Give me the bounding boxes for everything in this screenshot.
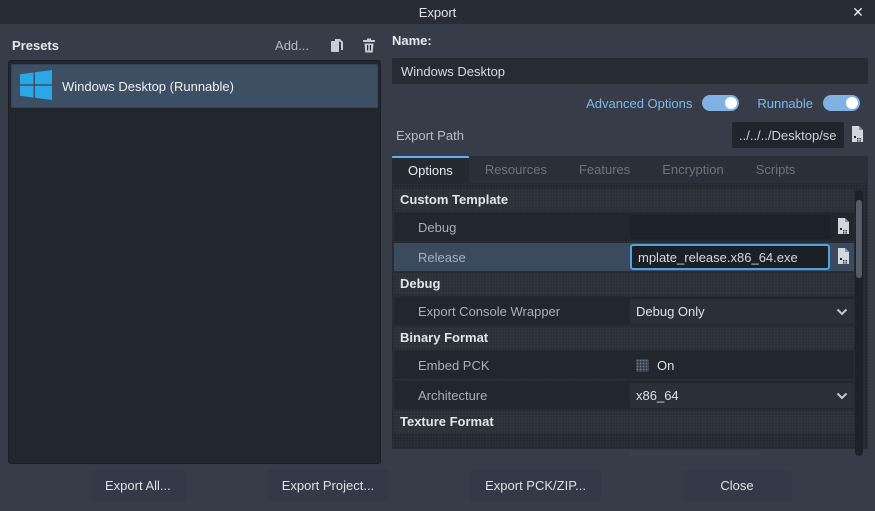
runnable-label: Runnable [757, 96, 813, 111]
footer-button-row: Export All... Export Project... Export P… [0, 470, 875, 501]
options-panel: Custom Template Debug [392, 183, 868, 449]
tab-scripts[interactable]: Scripts [740, 156, 812, 183]
file-dialog-icon [836, 248, 850, 267]
property-row-embed-pck: Embed PCK On [394, 351, 854, 379]
property-row-architecture: Architecture x86_64 [394, 381, 854, 409]
toggles-row: Advanced Options Runnable [392, 88, 868, 118]
name-input[interactable] [392, 58, 868, 84]
embed-pck-value: On [657, 358, 674, 373]
export-path-browse-button[interactable] [846, 123, 868, 147]
options-tab-bar: Options Resources Features Encryption Sc… [392, 156, 868, 183]
release-template-input[interactable] [630, 244, 830, 270]
duplicate-preset-button[interactable] [325, 35, 349, 55]
export-path-input[interactable] [732, 122, 844, 148]
export-project-button[interactable]: Export Project... [267, 470, 389, 501]
presets-list: Windows Desktop (Runnable) [8, 60, 381, 464]
add-preset-button[interactable]: Add... [267, 36, 317, 55]
preset-item-label: Windows Desktop (Runnable) [62, 79, 234, 94]
toggle-knob [846, 97, 858, 109]
tab-encryption[interactable]: Encryption [646, 156, 739, 183]
dialog-title: Export [419, 5, 457, 20]
close-button[interactable]: Close [682, 470, 792, 501]
section-custom-template: Custom Template [394, 189, 854, 211]
file-dialog-icon [850, 126, 864, 145]
architecture-value: x86_64 [636, 388, 836, 403]
console-wrapper-editor: Debug Only [630, 299, 854, 324]
options-horizontal-scrollbar[interactable] [630, 452, 760, 456]
runnable-toggle[interactable] [823, 95, 860, 111]
presets-title: Presets [8, 38, 267, 53]
property-row-release-template: Release [394, 243, 854, 271]
toggle-knob [725, 97, 737, 109]
advanced-options-label: Advanced Options [586, 96, 692, 111]
advanced-options-toggle[interactable] [702, 95, 739, 111]
dialog-titlebar: Export ✕ [0, 0, 875, 24]
options-vertical-scrollbar[interactable] [855, 190, 863, 456]
tab-resources[interactable]: Resources [469, 156, 563, 183]
duplicate-icon [330, 38, 345, 53]
close-icon[interactable]: ✕ [849, 3, 867, 21]
trash-icon [362, 38, 376, 53]
tab-features[interactable]: Features [563, 156, 646, 183]
embed-pck-editor: On [630, 358, 854, 373]
console-wrapper-label: Export Console Wrapper [394, 304, 630, 319]
windows-logo-icon [20, 70, 52, 103]
debug-template-editor [630, 215, 854, 239]
embed-pck-checkbox[interactable] [636, 359, 649, 372]
debug-template-input[interactable] [630, 215, 830, 239]
architecture-editor: x86_64 [630, 383, 854, 408]
delete-preset-button[interactable] [357, 35, 381, 55]
section-binary-format: Binary Format [394, 327, 854, 349]
export-pck-zip-button[interactable]: Export PCK/ZIP... [470, 470, 601, 501]
property-row-console-wrapper: Export Console Wrapper Debug Only [394, 297, 854, 325]
presets-header: Presets Add... [8, 32, 381, 58]
export-all-button[interactable]: Export All... [90, 470, 186, 501]
embed-pck-label: Embed PCK [394, 358, 630, 373]
export-settings-column: Name: Advanced Options Runnable Export P… [392, 32, 868, 449]
preset-item-windows-desktop[interactable]: Windows Desktop (Runnable) [11, 64, 378, 108]
chevron-down-icon [836, 304, 848, 319]
tab-options[interactable]: Options [392, 156, 469, 183]
property-row-debug-template: Debug [394, 213, 854, 241]
architecture-label: Architecture [394, 388, 630, 403]
release-template-label: Release [394, 250, 630, 265]
scrollbar-thumb[interactable] [856, 200, 862, 278]
name-label: Name: [392, 32, 868, 54]
debug-template-browse-button[interactable] [832, 215, 854, 239]
export-path-label: Export Path [392, 128, 732, 143]
release-template-editor [630, 244, 854, 270]
export-path-row: Export Path [392, 120, 868, 150]
console-wrapper-value: Debug Only [636, 304, 836, 319]
chevron-down-icon [836, 388, 848, 403]
section-texture-format: Texture Format [394, 411, 854, 433]
file-dialog-icon [836, 218, 850, 237]
architecture-dropdown[interactable]: x86_64 [630, 383, 854, 408]
debug-template-label: Debug [394, 220, 630, 235]
section-debug: Debug [394, 273, 854, 295]
release-template-browse-button[interactable] [832, 245, 854, 269]
console-wrapper-dropdown[interactable]: Debug Only [630, 299, 854, 324]
